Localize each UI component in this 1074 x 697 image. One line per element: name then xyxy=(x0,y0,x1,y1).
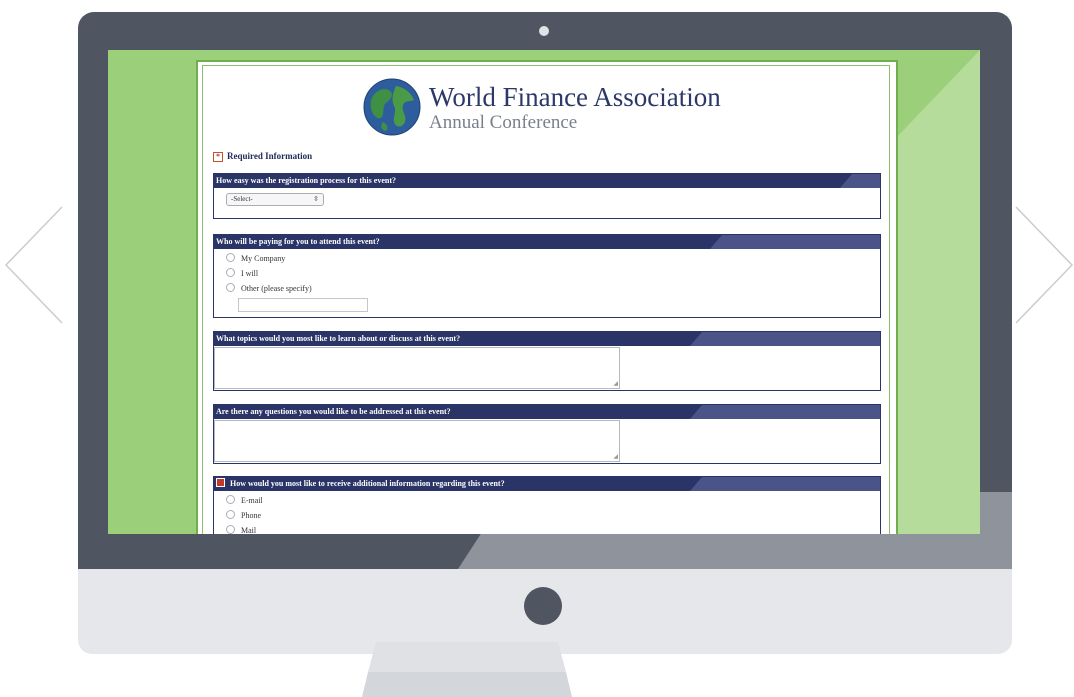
select-value: -Select- xyxy=(231,195,253,203)
question-contact-method: How would you most like to receive addit… xyxy=(213,476,881,534)
other-specify-input[interactable] xyxy=(238,298,368,312)
required-label: Required Information xyxy=(227,151,313,161)
radio-option[interactable]: Other (please specify) xyxy=(226,283,312,293)
camera-dot xyxy=(539,26,549,36)
select-arrows-icon: ⇳ xyxy=(313,195,319,203)
question-registration-ease: How easy was the registration process fo… xyxy=(213,173,881,219)
org-name: World Finance Association xyxy=(429,82,721,112)
monitor-illustration: World Finance Association Annual Confere… xyxy=(78,12,1012,654)
radio-option[interactable]: I will xyxy=(226,268,258,278)
question-header: Who will be paying for you to attend thi… xyxy=(214,235,880,249)
question-header: What topics would you most like to learn… xyxy=(214,332,880,346)
survey-frame: World Finance Association Annual Confere… xyxy=(202,65,890,534)
globe-icon xyxy=(363,78,421,136)
radio-button[interactable] xyxy=(226,510,235,519)
question-label: Are there any questions you would like t… xyxy=(216,407,451,416)
question-label: How would you most like to receive addit… xyxy=(230,479,505,488)
chevron-left-icon xyxy=(4,206,63,324)
org-subtitle: Annual Conference xyxy=(429,112,578,133)
questions-textarea[interactable]: ◢ xyxy=(214,420,620,462)
option-label: Mail xyxy=(241,526,257,534)
monitor-stand xyxy=(362,642,572,697)
required-icon: * xyxy=(213,151,223,162)
carousel-next-button[interactable] xyxy=(1014,205,1074,325)
question-payer: Who will be paying for you to attend thi… xyxy=(213,234,881,318)
radio-option[interactable]: Mail xyxy=(226,525,256,534)
power-button-icon xyxy=(524,587,562,625)
radio-option[interactable]: My Company xyxy=(226,253,285,263)
option-label: Phone xyxy=(241,511,261,520)
monitor-bezel: World Finance Association Annual Confere… xyxy=(78,12,1012,569)
radio-button[interactable] xyxy=(226,495,235,504)
option-label: Other (please specify) xyxy=(241,284,312,293)
required-icon xyxy=(216,478,225,487)
radio-option[interactable]: E-mail xyxy=(226,495,263,505)
question-label: How easy was the registration process fo… xyxy=(216,176,396,185)
option-label: My Company xyxy=(241,254,286,263)
survey-page: World Finance Association Annual Confere… xyxy=(196,60,898,534)
topics-textarea[interactable]: ◢ xyxy=(214,347,620,389)
radio-button[interactable] xyxy=(226,525,235,534)
option-label: E-mail xyxy=(241,496,263,505)
question-header: How would you most like to receive addit… xyxy=(214,477,880,491)
registration-ease-select[interactable]: -Select- ⇳ xyxy=(226,193,324,206)
radio-button[interactable] xyxy=(226,283,235,292)
question-addressed: Are there any questions you would like t… xyxy=(213,404,881,464)
radio-button[interactable] xyxy=(226,253,235,262)
question-header: Are there any questions you would like t… xyxy=(214,405,880,419)
radio-button[interactable] xyxy=(226,268,235,277)
screen: World Finance Association Annual Confere… xyxy=(108,50,980,534)
question-label: What topics would you most like to learn… xyxy=(216,334,461,343)
question-header: How easy was the registration process fo… xyxy=(214,174,880,188)
question-label: Who will be paying for you to attend thi… xyxy=(216,237,380,246)
required-note: * Required Information xyxy=(213,151,312,162)
resize-grip-icon[interactable]: ◢ xyxy=(613,380,618,387)
logo-header: World Finance Association Annual Confere… xyxy=(363,76,783,138)
question-topics: What topics would you most like to learn… xyxy=(213,331,881,391)
chevron-right-icon xyxy=(1015,206,1074,324)
carousel-prev-button[interactable] xyxy=(4,205,64,325)
option-label: I will xyxy=(241,269,259,278)
radio-option[interactable]: Phone xyxy=(226,510,261,520)
resize-grip-icon[interactable]: ◢ xyxy=(613,453,618,460)
